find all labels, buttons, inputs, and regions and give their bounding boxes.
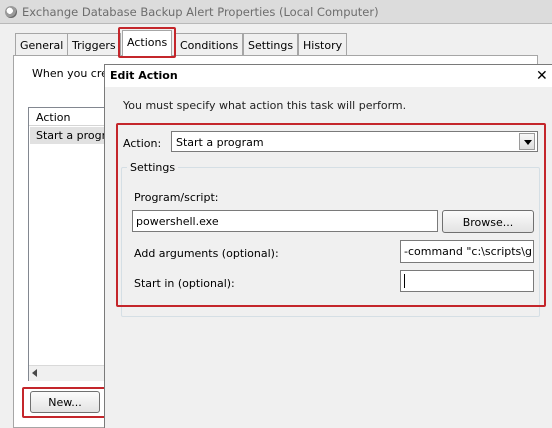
tab-label: General <box>20 39 64 52</box>
horizontal-scrollbar[interactable] <box>29 365 106 381</box>
tab-conditions[interactable]: Conditions <box>175 33 244 55</box>
dialog-description: You must specify what action this task w… <box>123 99 407 112</box>
program-script-input[interactable]: powershell.exe <box>132 210 438 232</box>
dialog-title: Edit Action <box>110 69 178 82</box>
actions-description: When you cre <box>32 67 108 80</box>
scroll-left-icon[interactable] <box>32 369 37 377</box>
window-title-bar: Exchange Database Backup Alert Propertie… <box>0 0 552 24</box>
action-column-header[interactable]: Action <box>29 108 106 126</box>
tab-label: Conditions <box>180 39 239 52</box>
settings-legend: Settings <box>127 161 179 174</box>
dialog-title-bar: Edit Action <box>105 65 552 87</box>
tab-history[interactable]: History <box>298 33 348 55</box>
tab-label: Actions <box>127 36 168 49</box>
browse-button[interactable]: Browse... <box>442 210 534 233</box>
list-item[interactable]: Start a progra <box>30 127 106 144</box>
clock-icon <box>5 6 17 18</box>
text-caret <box>404 274 405 288</box>
new-button[interactable]: New... <box>30 391 100 413</box>
start-in-input[interactable] <box>400 270 534 292</box>
tab-actions[interactable]: Actions <box>122 30 173 57</box>
window-title: Exchange Database Backup Alert Propertie… <box>22 5 379 19</box>
close-icon[interactable]: ✕ <box>536 67 552 85</box>
add-arguments-label: Add arguments (optional): <box>134 247 279 260</box>
tab-settings[interactable]: Settings <box>243 33 299 55</box>
tab-label: Settings <box>248 39 294 52</box>
chevron-down-icon[interactable] <box>519 133 535 150</box>
add-arguments-input[interactable]: -command "c:\scripts\g <box>400 240 534 263</box>
tab-label: Triggers <box>72 39 116 52</box>
tab-label: History <box>303 39 343 52</box>
program-script-label: Program/script: <box>134 191 219 204</box>
tab-general[interactable]: General <box>15 33 69 55</box>
action-label: Action: <box>123 137 162 150</box>
action-list[interactable]: Action Start a progra <box>28 107 107 381</box>
action-dropdown-value: Start a program <box>176 136 264 149</box>
start-in-label: Start in (optional): <box>134 277 235 290</box>
action-dropdown[interactable]: Start a program <box>171 131 538 152</box>
tab-triggers[interactable]: Triggers <box>67 33 121 55</box>
